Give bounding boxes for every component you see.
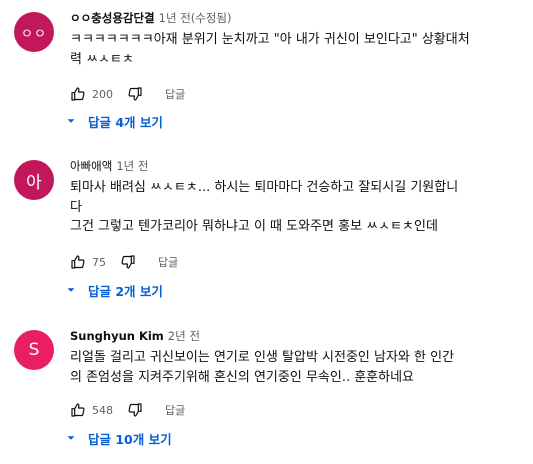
author-name[interactable]: Sunghyun Kim xyxy=(70,329,164,343)
dislike-button[interactable] xyxy=(127,86,143,102)
author-name[interactable]: ㅇㅇ충성용감단결 xyxy=(70,11,155,25)
author-name[interactable]: 아빠애액 xyxy=(70,159,112,173)
reply-button[interactable]: 답글 xyxy=(165,402,185,418)
comment-header: ㅇㅇ충성용감단결 1년 전(수정됨) xyxy=(70,10,232,26)
like-count: 75 xyxy=(92,255,106,269)
avatar-letter: 아 xyxy=(26,172,42,193)
view-replies-button[interactable]: 답글 2개 보기 xyxy=(64,279,163,301)
thumbs-up-icon xyxy=(71,403,85,417)
comment: ㅇㅇ ㅇㅇ충성용감단결 1년 전(수정됨) ㅋㅋㅋㅋㅋㅋㅋ아재 분위기 눈치까고 … xyxy=(0,10,533,140)
reply-button[interactable]: 답글 xyxy=(165,86,185,102)
like-button[interactable] xyxy=(70,402,86,418)
view-replies-label: 답글 4개 보기 xyxy=(88,114,163,130)
thumbs-up-icon xyxy=(71,87,85,101)
dislike-button[interactable] xyxy=(120,254,136,270)
caret-down-icon xyxy=(67,288,75,292)
avatar[interactable]: ㅇㅇ xyxy=(14,12,54,52)
comment-actions: 548 답글 xyxy=(70,400,185,420)
reply-button[interactable]: 답글 xyxy=(158,254,178,270)
comment-actions: 75 답글 xyxy=(70,252,178,272)
comment-actions: 200 답글 xyxy=(70,84,185,104)
view-replies-label: 답글 2개 보기 xyxy=(88,283,163,299)
like-button[interactable] xyxy=(70,86,86,102)
comment-time[interactable]: 1년 전(수정됨) xyxy=(159,11,232,25)
comment-text: ㅋㅋㅋㅋㅋㅋㅋ아재 분위기 눈치까고 "아 내가 귀신이 보인다고" 상황대처 … xyxy=(70,32,470,67)
thumbs-down-icon xyxy=(128,403,142,417)
avatar-letter: S xyxy=(28,340,40,360)
caret-down-icon xyxy=(67,119,75,123)
avatar[interactable]: S xyxy=(14,330,54,370)
caret-down-icon xyxy=(67,436,75,440)
like-count: 548 xyxy=(92,403,113,417)
like-count: 200 xyxy=(92,87,113,101)
comment-time[interactable]: 1년 전 xyxy=(116,159,148,173)
thumbs-down-icon xyxy=(121,255,135,269)
comment-header: Sunghyun Kim 2년 전 xyxy=(70,328,200,344)
comment-header: 아빠애액 1년 전 xyxy=(70,158,148,174)
comment: 아 아빠애액 1년 전 퇴마사 배려심 ㅆㅅㅌㅊ... 하시는 퇴마마다 건승하고… xyxy=(0,158,533,308)
thumbs-up-icon xyxy=(71,255,85,269)
avatar[interactable]: 아 xyxy=(14,160,54,200)
view-replies-button[interactable]: 답글 10개 보기 xyxy=(64,427,172,449)
view-replies-label: 답글 10개 보기 xyxy=(88,431,172,447)
thumbs-down-icon xyxy=(128,87,142,101)
comment-text: 퇴마사 배려심 ㅆㅅㅌㅊ... 하시는 퇴마마다 건승하고 잘되시길 기원합니 … xyxy=(70,180,459,234)
comment-time[interactable]: 2년 전 xyxy=(168,329,200,343)
comment: S Sunghyun Kim 2년 전 리얼돌 걸리고 귀신보이는 연기로 인생 … xyxy=(0,328,533,458)
view-replies-button[interactable]: 답글 4개 보기 xyxy=(64,110,163,132)
avatar-letter: ㅇㅇ xyxy=(21,26,47,42)
dislike-button[interactable] xyxy=(127,402,143,418)
like-button[interactable] xyxy=(70,254,86,270)
comment-text: 리얼돌 걸리고 귀신보이는 연기로 인생 탈압박 시전중인 남자와 한 인간 의… xyxy=(70,350,455,385)
